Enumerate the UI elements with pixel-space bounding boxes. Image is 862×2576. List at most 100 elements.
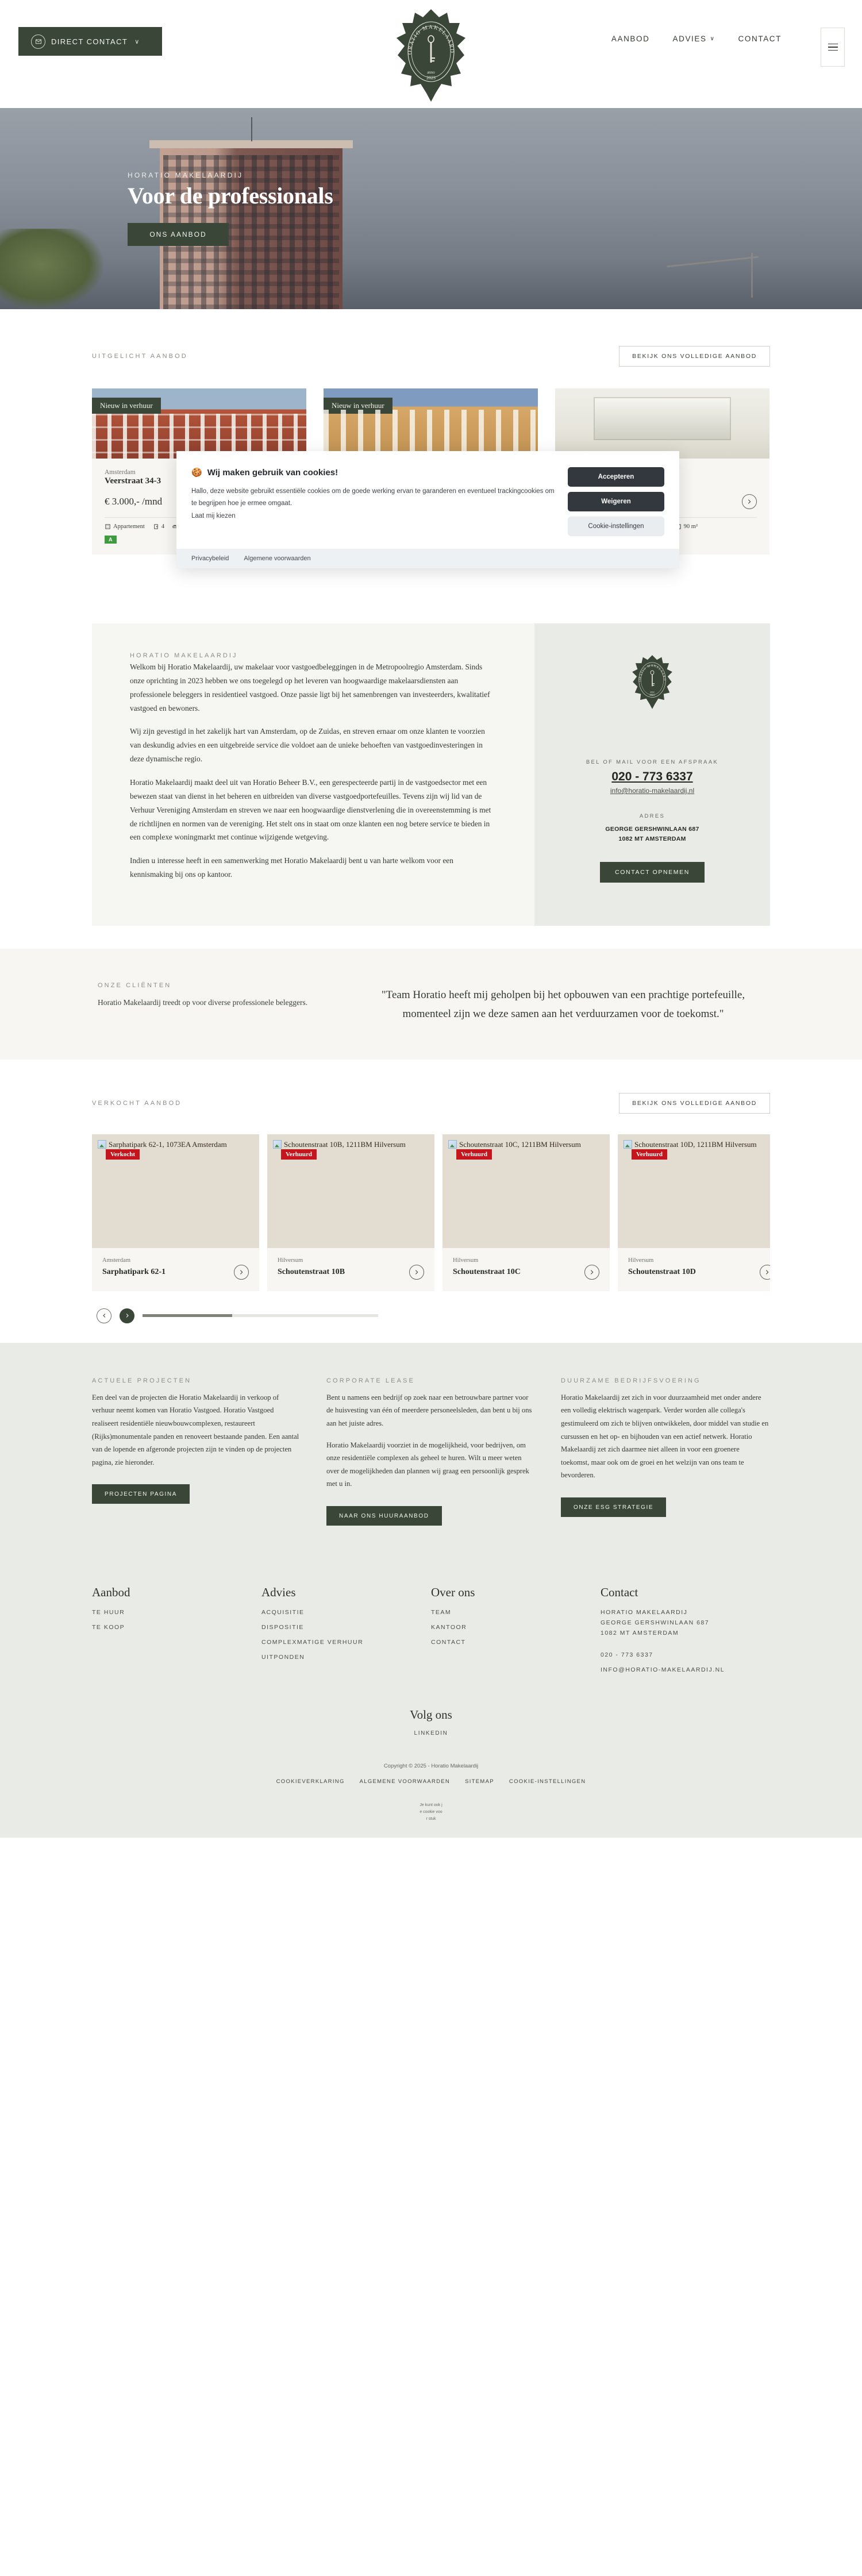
contact-phone-link[interactable]: 020 - 773 6337	[611, 770, 692, 784]
footer-email-link[interactable]: INFO@HORATIO-MAKELAARDIJ.NL	[601, 1666, 770, 1673]
sold-detail-arrow-icon[interactable]	[409, 1264, 424, 1280]
cookie-banner-footer: Privacybeleid Algemene voorwaarden	[176, 549, 679, 568]
testimonial-quote: "Team Horatio heeft mij geholpen bij het…	[381, 989, 745, 1021]
sold-address: Sarphatipark 62-1	[102, 1267, 166, 1276]
footer-column-advies: Advies ACQUISITIE DISPOSITIE COMPLEXMATI…	[261, 1585, 431, 1681]
contact-cta-button[interactable]: CONTACT OPNEMEN	[600, 861, 705, 883]
info-columns-section: ACTUELE PROJECTEN Een deel van de projec…	[0, 1342, 862, 1566]
sold-carousel-track: Sarphatipark 62-1, 1073EA Amsterdam Verk…	[92, 1134, 770, 1291]
legal-links: COOKIEVERKLARING ALGEMENE VOORWAARDEN SI…	[92, 1778, 770, 1785]
footer-column-title: Contact	[601, 1585, 638, 1600]
energy-label-badge: A	[105, 536, 117, 544]
sold-card[interactable]: Schoutenstraat 10D, 1211BM Hilversum Ver…	[618, 1134, 770, 1291]
featured-view-all-button[interactable]: BEKIJK ONS VOLLEDIGE AANBOD	[619, 346, 770, 367]
sold-detail-arrow-icon[interactable]	[760, 1264, 770, 1280]
legal-link-cookie-instellingen[interactable]: COOKIE-INSTELLINGEN	[509, 1778, 586, 1785]
cookie-banner-body: Hallo, deze website gebruikt essentiële …	[191, 486, 555, 522]
sold-card[interactable]: Schoutenstraat 10C, 1211BM Hilversum Ver…	[442, 1134, 610, 1291]
column-eyebrow: DUURZAME BEDRIJFSVOERING	[561, 1377, 701, 1384]
sold-image-broken: Schoutenstraat 10C, 1211BM Hilversum Ver…	[442, 1134, 610, 1248]
footer-link-te-huur[interactable]: TE HUUR	[92, 1609, 261, 1616]
legal-link-sitemap[interactable]: SITEMAP	[465, 1778, 494, 1785]
follow-us-title: Volg ons	[410, 1708, 452, 1722]
footer-column-title: Advies	[261, 1585, 296, 1600]
sold-view-all-button[interactable]: BEKIJK ONS VOLLEDIGE AANBOD	[619, 1092, 770, 1114]
chevron-down-icon: ∨	[134, 38, 140, 45]
nav-item-advies[interactable]: ADVIES ∨	[673, 34, 715, 43]
footer-city: 1082 MT AMSTERDAM	[601, 1630, 679, 1637]
cookie-privacy-link[interactable]: Privacybeleid	[191, 555, 229, 562]
cookie-consent-banner: 🍪 Wij maken gebruik van cookies! Hallo, …	[176, 451, 679, 568]
carousel-prev-button[interactable]	[97, 1308, 111, 1323]
footer-link-uitponden[interactable]: UITPONDEN	[261, 1654, 431, 1661]
column-body: Een deel van de projecten die Horatio Ma…	[92, 1393, 299, 1466]
hero-cta-button[interactable]: ONS AANBOD	[128, 223, 229, 246]
carousel-next-button[interactable]	[120, 1308, 134, 1323]
info-column-projects: ACTUELE PROJECTEN Een deel van de projec…	[92, 1377, 300, 1526]
column-body-secondary: Horatio Makelaardij voorziet in de mogel…	[326, 1441, 529, 1488]
sold-image-broken: Sarphatipark 62-1, 1073EA Amsterdam Verk…	[92, 1134, 259, 1248]
testimonial-quote-wrap: "Team Horatio heeft mij geholpen bij het…	[356, 982, 770, 1024]
carousel-scrollbar[interactable]	[143, 1314, 378, 1318]
legal-link-cookieverklaring[interactable]: COOKIEVERKLARING	[276, 1778, 345, 1785]
sold-card[interactable]: Schoutenstraat 10B, 1211BM Hilversum Ver…	[267, 1134, 434, 1291]
property-image: Nieuw in verhuur	[324, 388, 538, 459]
spec-rooms: 4	[153, 523, 164, 530]
footer-link-acquisitie[interactable]: ACQUISITIE	[261, 1609, 431, 1616]
footer-link-te-koop[interactable]: TE KOOP	[92, 1624, 261, 1631]
info-column-corporate-lease: CORPORATE LEASE Bent u namens een bedrij…	[326, 1377, 534, 1526]
svg-text:anno: anno	[427, 70, 435, 75]
cookie-settings-button[interactable]: Cookie-instellingen	[568, 517, 664, 536]
footer-link-team[interactable]: TEAM	[431, 1609, 601, 1616]
sold-detail-arrow-icon[interactable]	[584, 1264, 599, 1280]
cookie-body-text: Hallo, deze website gebruikt essentiële …	[191, 488, 555, 507]
footer-link-contact[interactable]: CONTACT	[431, 1639, 601, 1646]
sold-city: Hilversum	[628, 1257, 654, 1264]
nav-item-aanbod[interactable]: AANBOD	[611, 34, 650, 43]
direct-contact-button[interactable]: DIRECT CONTACT ∨	[18, 27, 162, 56]
property-image: Nieuw in verhuur	[92, 388, 306, 459]
cookie-accept-button[interactable]: Accepteren	[568, 467, 664, 487]
about-paragraph: Horatio Makelaardij maakt deel uit van H…	[130, 778, 491, 842]
carousel-scrollbar-thumb[interactable]	[143, 1314, 232, 1318]
sold-city: Hilversum	[278, 1257, 303, 1264]
sold-detail-arrow-icon[interactable]	[234, 1264, 249, 1280]
rental-offer-button[interactable]: NAAR ONS HUURAANBOD	[326, 1506, 442, 1526]
svg-text:anno: anno	[650, 690, 655, 693]
logo-badge[interactable]: anno 2023 HORATIO MAKELAARDIJ	[394, 8, 468, 103]
broken-image-icon	[98, 1139, 106, 1149]
about-paragraph: Indien u interesse heeft in een samenwer…	[130, 856, 453, 879]
address-city: 1082 MT AMSTERDAM	[618, 835, 686, 843]
mail-icon	[31, 34, 45, 49]
contact-email-link[interactable]: info@horatio-makelaardij.nl	[610, 787, 694, 795]
footer-link-dispositie[interactable]: DISPOSITIE	[261, 1624, 431, 1631]
address-street: GEORGE GERSHWINLAAN 687	[605, 826, 699, 833]
footer-link-complexmatige-verhuur[interactable]: COMPLEXMATIGE VERHUUR	[261, 1639, 431, 1646]
sold-listings-section: VERKOCHT AANBOD BEKIJK ONS VOLLEDIGE AAN…	[0, 1059, 862, 1343]
about-paragraph: Welkom bij Horatio Makelaardij, uw makel…	[130, 663, 490, 713]
cookie-refuse-button[interactable]: Weigeren	[568, 492, 664, 511]
nav-label: AANBOD	[611, 34, 650, 43]
projects-page-button[interactable]: PROJECTEN PAGINA	[92, 1484, 190, 1504]
property-price: € 3.000,- /mnd	[105, 496, 163, 507]
esg-strategy-button[interactable]: ONZE ESG STRATEGIE	[561, 1497, 667, 1518]
footer-vertical-note: Je kunt ook je cookie voor stuk	[420, 1803, 442, 1821]
sold-address: Schoutenstraat 10C	[453, 1267, 521, 1276]
cookie-terms-link[interactable]: Algemene voorwaarden	[244, 555, 310, 562]
broken-image-icon	[273, 1139, 282, 1149]
spec-type: Appartement	[105, 523, 145, 530]
sold-status-tag: Verhuurd	[456, 1149, 492, 1160]
hero-title: Voor de professionals	[128, 183, 333, 209]
linkedin-link[interactable]: LINKEDIN	[414, 1730, 448, 1736]
property-detail-arrow-icon[interactable]	[742, 494, 757, 509]
footer-link-kantoor[interactable]: KANTOOR	[431, 1624, 601, 1631]
sold-card[interactable]: Sarphatipark 62-1, 1073EA Amsterdam Verk…	[92, 1134, 259, 1291]
nav-label: ADVIES	[672, 34, 707, 43]
property-badge: Nieuw in verhuur	[324, 398, 392, 414]
svg-text:2023: 2023	[649, 694, 655, 697]
nav-item-contact[interactable]: CONTACT	[738, 34, 782, 43]
footer-phone-link[interactable]: 020 - 773 6337	[601, 1651, 770, 1658]
legal-link-algemene-voorwaarden[interactable]: ALGEMENE VOORWAARDEN	[360, 1778, 450, 1785]
cookie-let-me-choose-link[interactable]: Laat mij kiezen	[191, 510, 555, 522]
hamburger-menu-icon[interactable]	[821, 28, 845, 67]
